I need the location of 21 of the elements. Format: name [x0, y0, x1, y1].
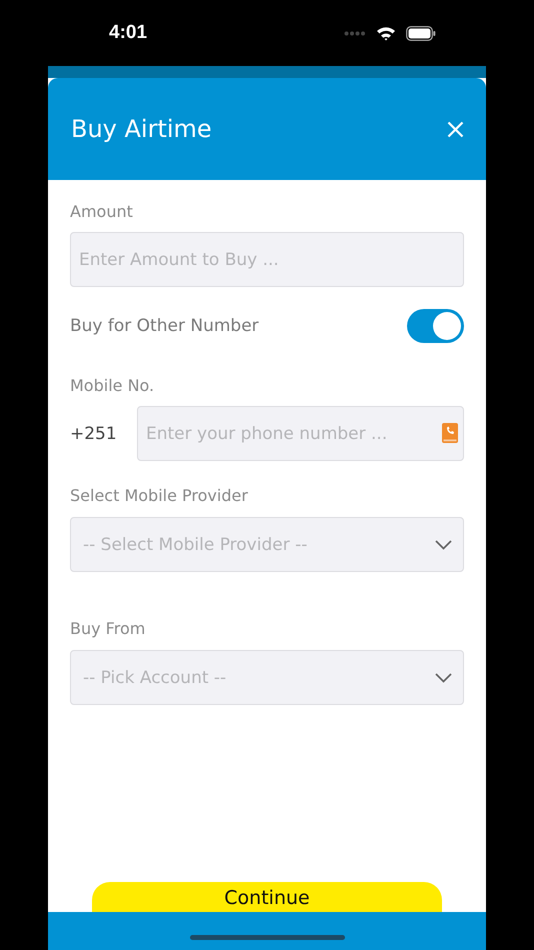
status-time: 4:01	[109, 22, 148, 44]
field-label: Select Mobile Provider	[70, 486, 248, 505]
provider-dropdown[interactable]: -- Select Mobile Provider --	[70, 517, 464, 572]
country-code: +251	[70, 424, 118, 444]
toggle-label: Buy for Other Number	[70, 316, 259, 336]
battery-icon	[406, 26, 436, 40]
chevron-down-icon	[435, 672, 452, 682]
signal-icon	[344, 30, 366, 36]
phone-field[interactable]: Enter your phone number ...	[137, 406, 464, 461]
account-dropdown[interactable]: -- Pick Account --	[70, 650, 464, 705]
dialog-title: Buy Airtime	[71, 115, 212, 143]
wifi-icon	[376, 26, 396, 40]
continue-button[interactable]: Continue	[92, 882, 442, 912]
field-label: Amount	[70, 202, 133, 221]
toggle-switch[interactable]	[407, 309, 464, 343]
close-icon	[447, 120, 464, 138]
field-label: Buy From	[70, 619, 146, 638]
field-label: Mobile No.	[70, 376, 154, 395]
contact-book-icon[interactable]	[442, 423, 458, 443]
amount-field[interactable]: Enter Amount to Buy ...	[70, 232, 464, 287]
chevron-down-icon	[435, 540, 452, 550]
